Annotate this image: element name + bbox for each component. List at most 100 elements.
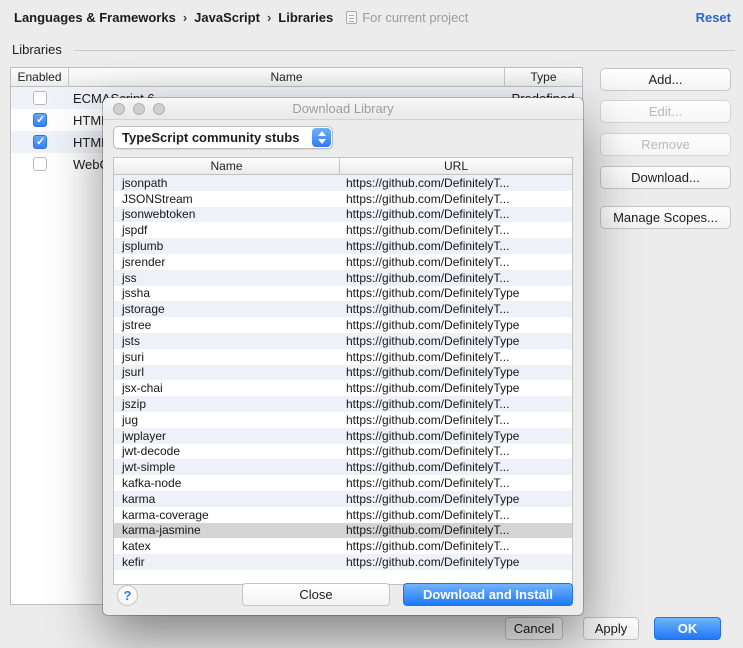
- stub-source-select[interactable]: TypeScript community stubs: [113, 126, 333, 149]
- library-row[interactable]: jsts https://github.com/DefinitelyType: [114, 332, 572, 349]
- close-dialog-button[interactable]: Close: [242, 583, 390, 606]
- library-url: https://github.com/DefinitelyT...: [346, 223, 510, 238]
- library-row[interactable]: kefir https://github.com/DefinitelyType: [114, 554, 572, 570]
- library-row[interactable]: jsurl https://github.com/DefinitelyType: [114, 364, 572, 381]
- download-list-body: jsonpath https://github.com/DefinitelyT.…: [114, 175, 572, 570]
- enabled-checkbox[interactable]: [33, 91, 47, 105]
- download-button[interactable]: Download...: [600, 166, 731, 189]
- library-name: jsuri: [122, 349, 145, 364]
- download-and-install-button[interactable]: Download and Install: [403, 583, 573, 606]
- manage-scopes-button[interactable]: Manage Scopes...: [600, 206, 731, 229]
- library-row[interactable]: jsrender https://github.com/DefinitelyT.…: [114, 254, 572, 270]
- minimize-window-icon[interactable]: [133, 103, 145, 115]
- library-url: https://github.com/DefinitelyT...: [346, 349, 510, 364]
- ok-button[interactable]: OK: [654, 617, 721, 640]
- library-row[interactable]: karma-jasmine https://github.com/Definit…: [114, 522, 572, 539]
- enabled-cell: [11, 91, 69, 105]
- library-url: https://github.com/DefinitelyT...: [346, 412, 510, 427]
- library-url: https://github.com/DefinitelyType: [346, 333, 520, 348]
- dialog-titlebar[interactable]: Download Library: [103, 98, 583, 120]
- settings-window: Languages & Frameworks › JavaScript › Li…: [0, 0, 743, 648]
- apply-button[interactable]: Apply: [583, 617, 639, 640]
- zoom-window-icon[interactable]: [153, 103, 165, 115]
- breadcrumb-separator: ›: [266, 10, 272, 25]
- library-row[interactable]: katex https://github.com/DefinitelyT...: [114, 538, 572, 554]
- libraries-table-header: Enabled Name Type: [11, 68, 582, 87]
- library-row[interactable]: jwplayer https://github.com/DefinitelyTy…: [114, 427, 572, 444]
- library-name: jsurl: [122, 365, 145, 380]
- library-name: jwt-simple: [122, 460, 176, 475]
- library-url: https://github.com/DefinitelyType: [346, 428, 520, 443]
- library-row[interactable]: jssha https://github.com/DefinitelyType: [114, 286, 572, 302]
- select-stepper-icon: [312, 128, 331, 147]
- library-row[interactable]: jss https://github.com/DefinitelyT...: [114, 269, 572, 286]
- library-name: karma: [122, 491, 156, 506]
- library-row[interactable]: jsonpath https://github.com/DefinitelyT.…: [114, 175, 572, 191]
- enabled-checkbox[interactable]: [33, 157, 47, 171]
- breadcrumb: Languages & Frameworks › JavaScript › Li…: [14, 10, 468, 25]
- library-url: https://github.com/DefinitelyType: [346, 491, 520, 506]
- library-url: https://github.com/DefinitelyT...: [346, 539, 510, 554]
- library-name: karma-jasmine: [122, 523, 201, 538]
- library-name: katex: [122, 539, 151, 554]
- library-name: jwplayer: [122, 428, 167, 443]
- library-url: https://github.com/DefinitelyT...: [346, 207, 510, 222]
- library-url: https://github.com/DefinitelyT...: [346, 302, 510, 317]
- breadcrumb-separator: ›: [182, 10, 188, 25]
- library-row[interactable]: jwt-simple https://github.com/Definitely…: [114, 459, 572, 476]
- library-row[interactable]: jstree https://github.com/DefinitelyType: [114, 317, 572, 333]
- enabled-cell: [11, 135, 69, 149]
- library-row[interactable]: jug https://github.com/DefinitelyT...: [114, 412, 572, 428]
- breadcrumb-javascript[interactable]: JavaScript: [194, 10, 260, 25]
- library-name: jug: [122, 412, 139, 427]
- library-row[interactable]: jstorage https://github.com/DefinitelyT.…: [114, 301, 572, 318]
- library-url: https://github.com/DefinitelyT...: [346, 191, 510, 206]
- library-name: jsts: [122, 333, 140, 348]
- window-controls: [113, 103, 165, 115]
- breadcrumb-libraries: Libraries: [278, 10, 334, 25]
- library-url: https://github.com/DefinitelyT...: [346, 444, 510, 459]
- breadcrumb-languages-frameworks[interactable]: Languages & Frameworks: [14, 10, 176, 25]
- add-button[interactable]: Add...: [600, 68, 731, 91]
- enabled-checkbox[interactable]: [33, 135, 47, 149]
- library-row[interactable]: jsplumb https://github.com/DefinitelyT..…: [114, 238, 572, 254]
- column-header-name: Name: [114, 158, 340, 174]
- chevron-up-icon: [317, 131, 326, 136]
- library-row[interactable]: jwt-decode https://github.com/Definitely…: [114, 444, 572, 460]
- library-row[interactable]: kafka-node https://github.com/Definitely…: [114, 475, 572, 491]
- library-row[interactable]: jspdf https://github.com/DefinitelyT...: [114, 222, 572, 238]
- column-header-enabled: Enabled: [11, 68, 69, 86]
- library-name: jssha: [122, 286, 151, 301]
- library-url: https://github.com/DefinitelyT...: [346, 523, 510, 538]
- library-name: jwt-decode: [122, 444, 181, 459]
- library-row[interactable]: jsuri https://github.com/DefinitelyT...: [114, 349, 572, 365]
- library-row[interactable]: karma-coverage https://github.com/Defini…: [114, 507, 572, 523]
- library-name: jspdf: [122, 223, 148, 238]
- download-list-header: Name URL: [114, 158, 572, 175]
- help-button[interactable]: ?: [117, 585, 138, 606]
- scope-note-label: For current project: [362, 10, 469, 25]
- enabled-checkbox[interactable]: [33, 113, 47, 127]
- library-url: https://github.com/DefinitelyType: [346, 381, 520, 396]
- library-row[interactable]: JSONStream https://github.com/Definitely…: [114, 191, 572, 207]
- library-row[interactable]: jszip https://github.com/DefinitelyT...: [114, 396, 572, 412]
- download-library-dialog: Download Library TypeScript community st…: [103, 98, 583, 615]
- edit-button[interactable]: Edit...: [600, 100, 731, 123]
- chevron-down-icon: [317, 139, 326, 144]
- stub-source-selected-value: TypeScript community stubs: [122, 130, 300, 145]
- library-row[interactable]: jsx-chai https://github.com/DefinitelyTy…: [114, 380, 572, 396]
- project-scope-icon: [346, 11, 358, 24]
- remove-button[interactable]: Remove: [600, 133, 731, 156]
- library-name: jsx-chai: [122, 381, 163, 396]
- library-url: https://github.com/DefinitelyT...: [346, 397, 510, 412]
- library-url: https://github.com/DefinitelyType: [346, 365, 520, 380]
- cancel-button[interactable]: Cancel: [505, 617, 563, 640]
- library-url: https://github.com/DefinitelyT...: [346, 476, 510, 491]
- library-row[interactable]: karma https://github.com/DefinitelyType: [114, 490, 572, 507]
- dialog-title: Download Library: [292, 101, 394, 116]
- reset-link[interactable]: Reset: [696, 10, 731, 25]
- library-row[interactable]: jsonwebtoken https://github.com/Definite…: [114, 206, 572, 223]
- close-window-icon[interactable]: [113, 103, 125, 115]
- enabled-cell: [11, 113, 69, 127]
- library-name: jstorage: [122, 302, 165, 317]
